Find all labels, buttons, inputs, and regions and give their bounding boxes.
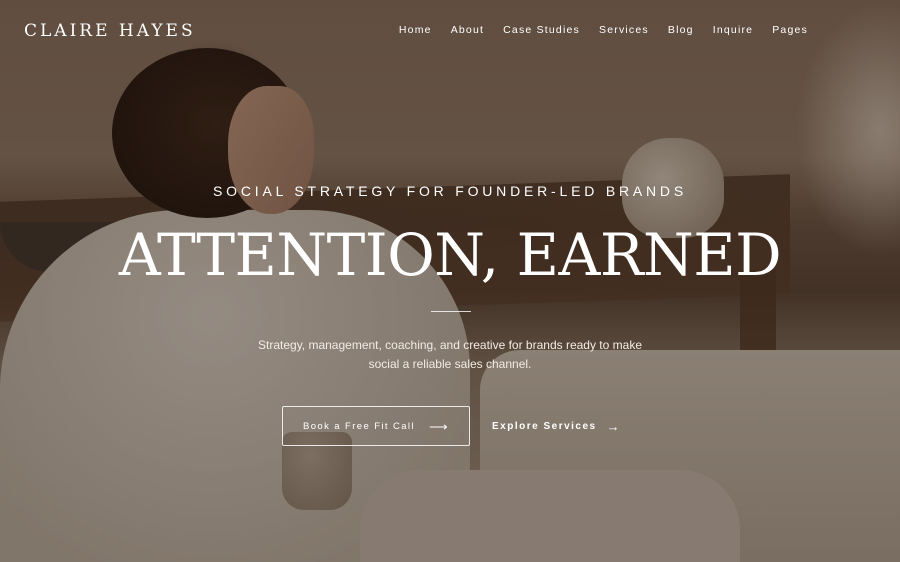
long-arrow-right-icon: ⟶ <box>428 418 449 434</box>
hero-cta-row: Book a Free Fit Call ⟶ Explore Services … <box>282 406 621 446</box>
hero-headline: ATTENTION, EARNED <box>118 221 782 289</box>
hero-subtext: Strategy, management, coaching, and crea… <box>258 338 642 371</box>
book-fit-call-button[interactable]: Book a Free Fit Call ⟶ <box>282 406 470 446</box>
hero-eyebrow: SOCIAL STRATEGY FOR FOUNDER-LED BRANDS <box>213 183 687 199</box>
explore-services-link[interactable]: Explore Services → <box>492 420 621 433</box>
book-fit-call-label: Book a Free Fit Call <box>303 420 415 432</box>
hero-divider <box>431 311 471 312</box>
arrow-right-icon: → <box>606 418 622 434</box>
hero-section: SOCIAL STRATEGY FOR FOUNDER-LED BRANDS A… <box>0 0 900 562</box>
explore-services-label: Explore Services <box>492 420 597 432</box>
